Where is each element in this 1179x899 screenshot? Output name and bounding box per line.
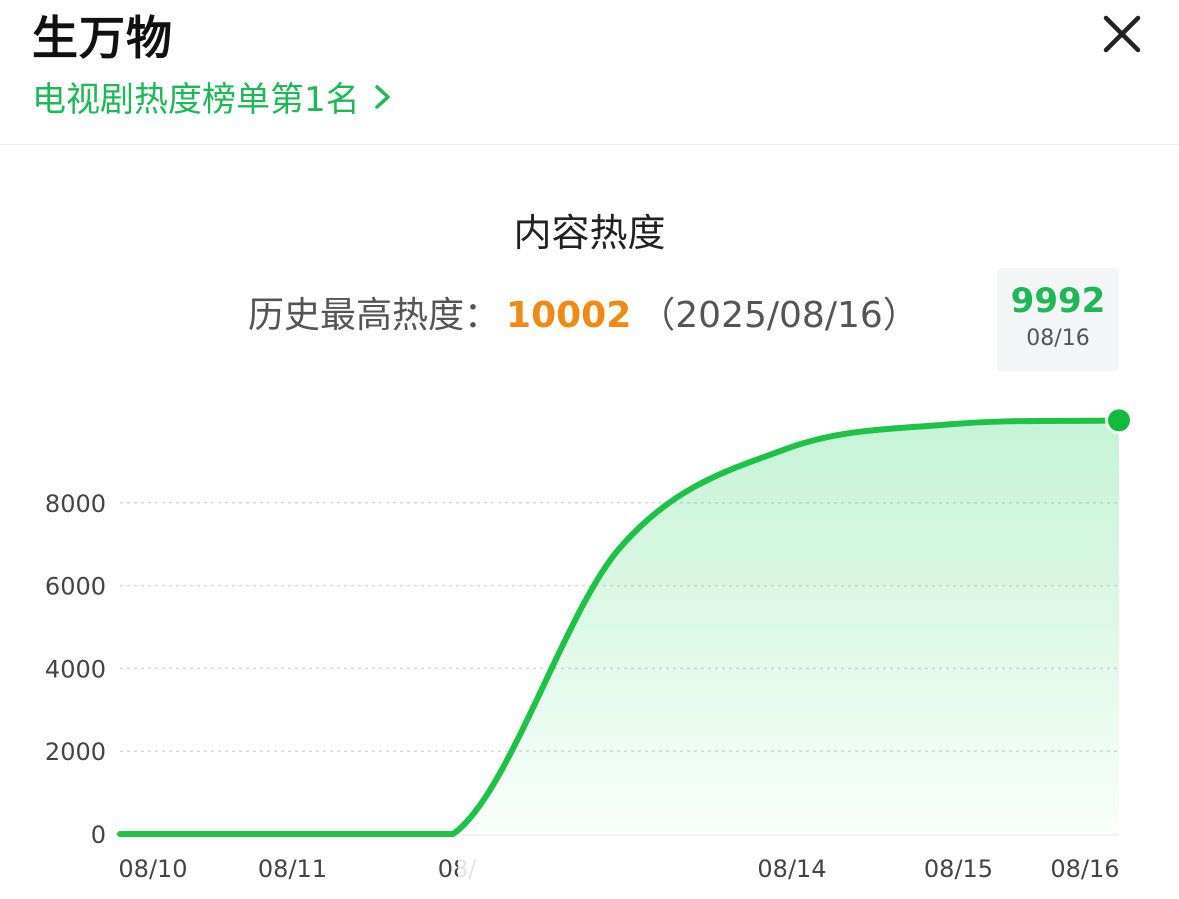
tooltip-value: 9992 (1010, 281, 1106, 321)
tooltip: 9992 08/16 (997, 268, 1119, 371)
y-tick-label: 0 (91, 821, 106, 849)
y-tick-label: 8000 (45, 490, 106, 518)
close-icon[interactable] (1098, 10, 1146, 58)
header: 生万物 电视剧热度榜单第1名 (0, 0, 1179, 145)
y-tick-label: 6000 (45, 573, 106, 601)
tooltip-date: 08/16 (1026, 326, 1090, 351)
ranking-link[interactable]: 电视剧热度榜单第1名 (32, 72, 394, 121)
y-tick-label: 4000 (45, 655, 106, 683)
ranking-label: 电视剧热度榜单第1名 (32, 80, 360, 120)
x-tick-label: 08/14 (757, 855, 826, 883)
y-tick-label: 2000 (45, 738, 106, 766)
highlight-point[interactable] (1108, 409, 1130, 432)
chart-title: 内容热度 (513, 211, 666, 255)
watermark-overlay (458, 846, 716, 886)
x-tick-label: 08/15 (924, 855, 993, 883)
record-heat: 历史最高热度： 10002 （2025/08/16） (248, 286, 919, 338)
record-label: 历史最高热度： (248, 295, 501, 336)
x-tick-label: 08/16 (1050, 855, 1119, 883)
record-value: 10002 (506, 295, 632, 336)
heat-chart[interactable]: 02000400060008000 08/10 08/11 08/08/14 08/1… (0, 380, 1179, 899)
chevron-right-icon (374, 84, 390, 109)
series-area (120, 420, 1119, 834)
record-date: （2025/08/16） (639, 295, 919, 336)
page-title: 生万物 (32, 11, 173, 65)
x-tick-label: 08/11 (258, 855, 327, 883)
x-tick-label: 08/10 (118, 855, 187, 883)
